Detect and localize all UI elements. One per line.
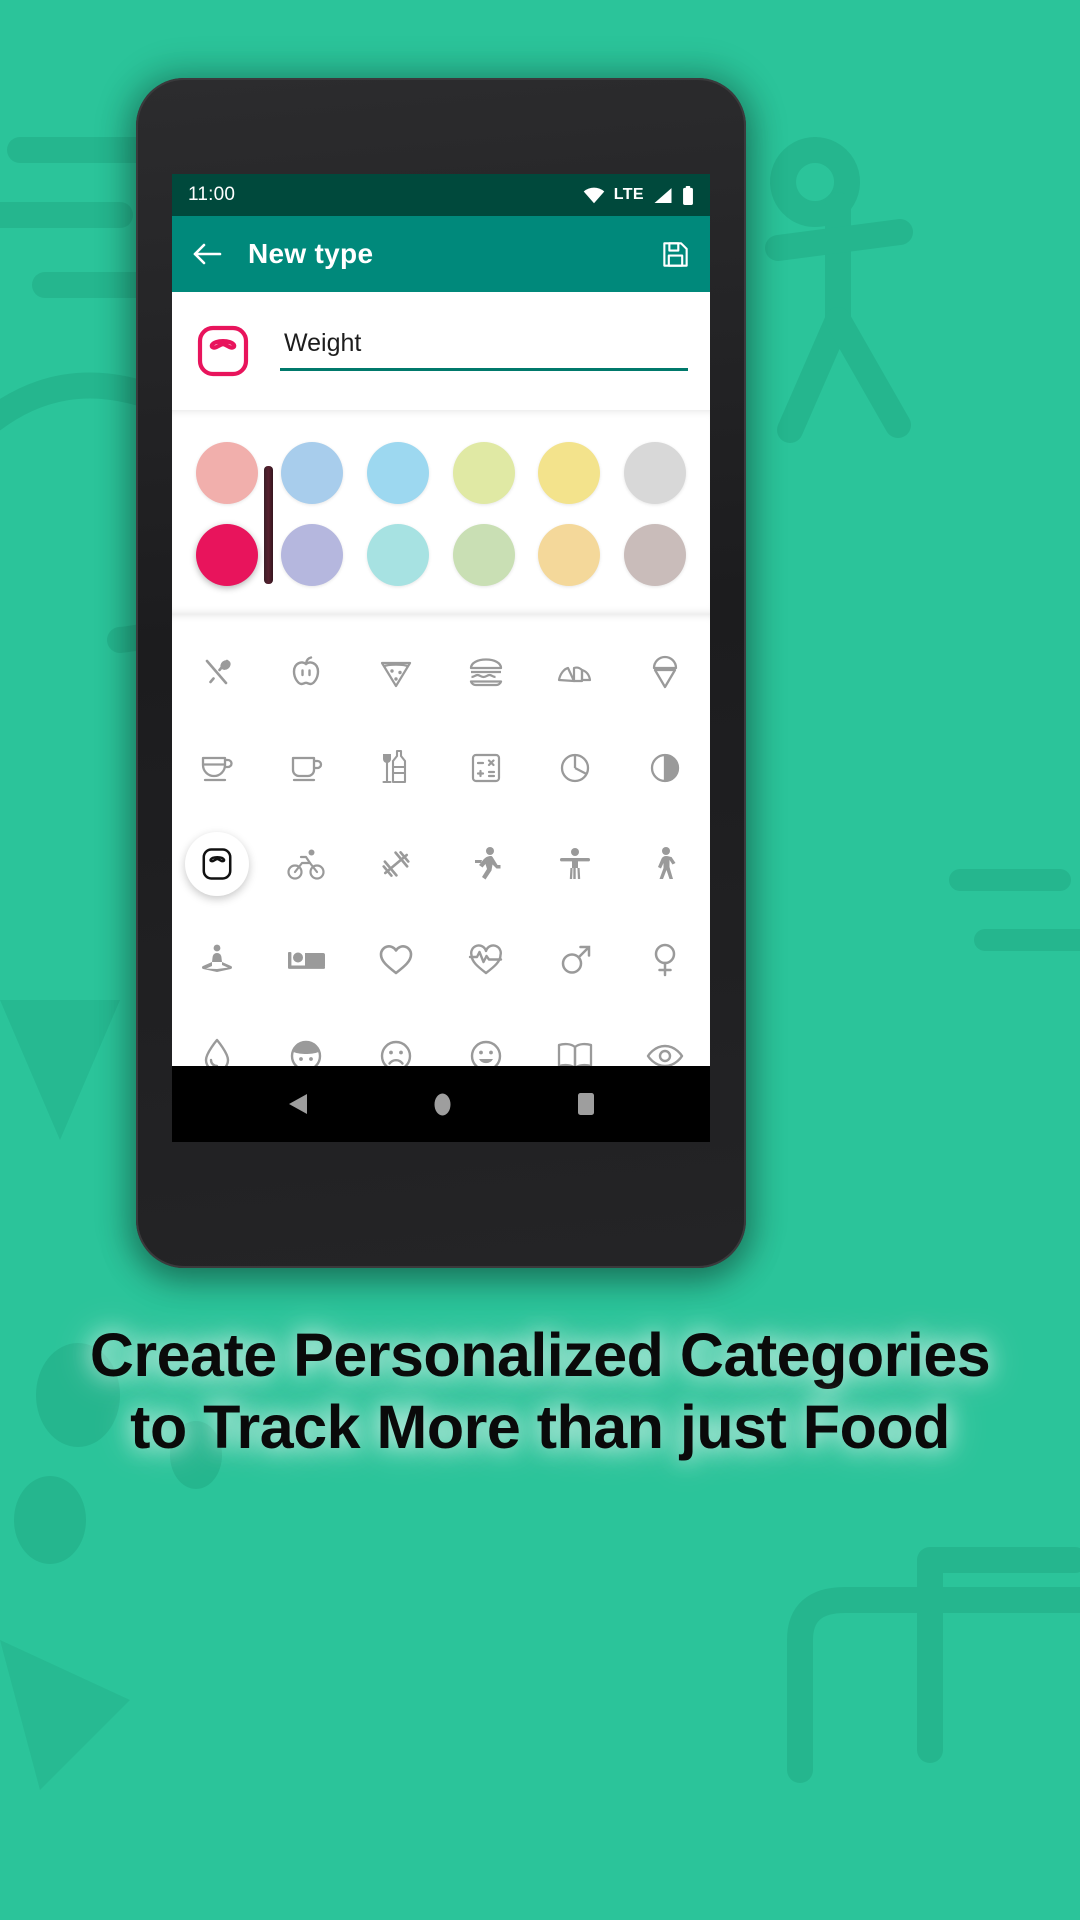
croissant-icon[interactable] (543, 640, 607, 704)
water-drop-icon[interactable] (185, 1024, 249, 1066)
network-type-label: LTE (613, 186, 644, 203)
bottle-glass-icon[interactable] (364, 736, 428, 800)
icon-picker (172, 614, 710, 1066)
pie-chart-half-icon[interactable] (633, 736, 697, 800)
sad-face-icon[interactable] (364, 1024, 428, 1066)
book-icon[interactable] (543, 1024, 607, 1066)
color-swatch-pastel-amber[interactable] (538, 524, 601, 586)
happy-face-icon[interactable] (454, 1024, 518, 1066)
cutlery-icon[interactable] (185, 640, 249, 704)
female-icon[interactable] (633, 928, 697, 992)
wifi-icon (583, 187, 605, 204)
save-disk-icon[interactable] (661, 240, 690, 269)
face-icon[interactable] (274, 1024, 338, 1066)
color-swatch-pastel-green[interactable] (452, 524, 515, 586)
type-name-field[interactable]: Weight (280, 327, 688, 375)
android-nav-bar (172, 1066, 710, 1142)
male-icon[interactable] (543, 928, 607, 992)
heartbeat-icon[interactable] (454, 928, 518, 992)
status-time: 11:00 (188, 184, 236, 205)
burger-icon[interactable] (454, 640, 518, 704)
color-swatch-pastel-taupe[interactable] (624, 524, 687, 586)
status-bar: 11:00 LTE (172, 174, 710, 216)
signal-icon (653, 187, 673, 204)
ice-cream-icon[interactable] (633, 640, 697, 704)
color-swatch-pastel-grey[interactable] (624, 442, 687, 504)
color-swatch-pastel-sky[interactable] (367, 442, 430, 504)
type-name-row: Weight (172, 292, 710, 410)
color-picker (172, 410, 710, 614)
recents-square-icon[interactable] (576, 1091, 596, 1117)
status-icons: LTE (583, 185, 694, 205)
icon-row-2 (172, 720, 710, 816)
heart-icon[interactable] (364, 928, 428, 992)
color-swatch-pastel-lavender[interactable] (281, 524, 344, 586)
standing-icon[interactable] (543, 832, 607, 896)
color-row-2 (172, 514, 710, 596)
phone-mockup: 11:00 LTE New type Weight (122, 64, 760, 1282)
type-name-value[interactable]: Weight (280, 327, 688, 368)
bed-icon[interactable] (274, 928, 338, 992)
mug-icon[interactable] (274, 736, 338, 800)
back-triangle-icon[interactable] (287, 1092, 309, 1116)
promo-caption: Create Personalized Categories to Track … (0, 1320, 1080, 1464)
phone-screen: 11:00 LTE New type Weight (172, 174, 710, 1142)
eye-icon[interactable] (633, 1024, 697, 1066)
type-name-underline (280, 368, 688, 371)
volume-button[interactable] (264, 466, 273, 584)
icon-row-4 (172, 912, 710, 1008)
battery-icon (682, 185, 694, 205)
icon-row-5 (172, 1008, 710, 1066)
caption-line-2: to Track More than just Food (130, 1392, 950, 1461)
pie-chart-icon[interactable] (543, 736, 607, 800)
scale-icon[interactable] (196, 324, 250, 378)
arrow-left-icon[interactable] (192, 241, 222, 267)
dumbbell-icon[interactable] (364, 832, 428, 896)
coffee-cup-icon[interactable] (185, 736, 249, 800)
phone-body: 11:00 LTE New type Weight (136, 78, 746, 1268)
color-swatch-pastel-lime[interactable] (452, 442, 515, 504)
running-icon[interactable] (454, 832, 518, 896)
apple-icon[interactable] (274, 640, 338, 704)
scale-icon[interactable] (184, 832, 249, 896)
caption-line-1: Create Personalized Categories (89, 1321, 991, 1389)
color-swatch-pastel-yellow[interactable] (538, 442, 601, 504)
color-swatch-pastel-pink[interactable] (195, 442, 258, 504)
yoga-icon[interactable] (185, 928, 249, 992)
icon-row-1 (172, 624, 710, 720)
page-title: New type (248, 238, 374, 269)
color-swatch-crimson[interactable] (195, 524, 258, 586)
app-toolbar: New type (172, 216, 710, 292)
home-circle-icon[interactable] (433, 1092, 452, 1117)
pizza-icon[interactable] (364, 640, 428, 704)
color-swatch-pastel-blue[interactable] (281, 442, 344, 504)
cycling-icon[interactable] (274, 832, 338, 896)
icon-row-3 (172, 816, 710, 912)
walking-icon[interactable] (633, 832, 697, 896)
color-swatch-pastel-aqua[interactable] (367, 524, 430, 586)
calculator-icon[interactable] (454, 736, 518, 800)
color-row-1 (172, 432, 710, 514)
